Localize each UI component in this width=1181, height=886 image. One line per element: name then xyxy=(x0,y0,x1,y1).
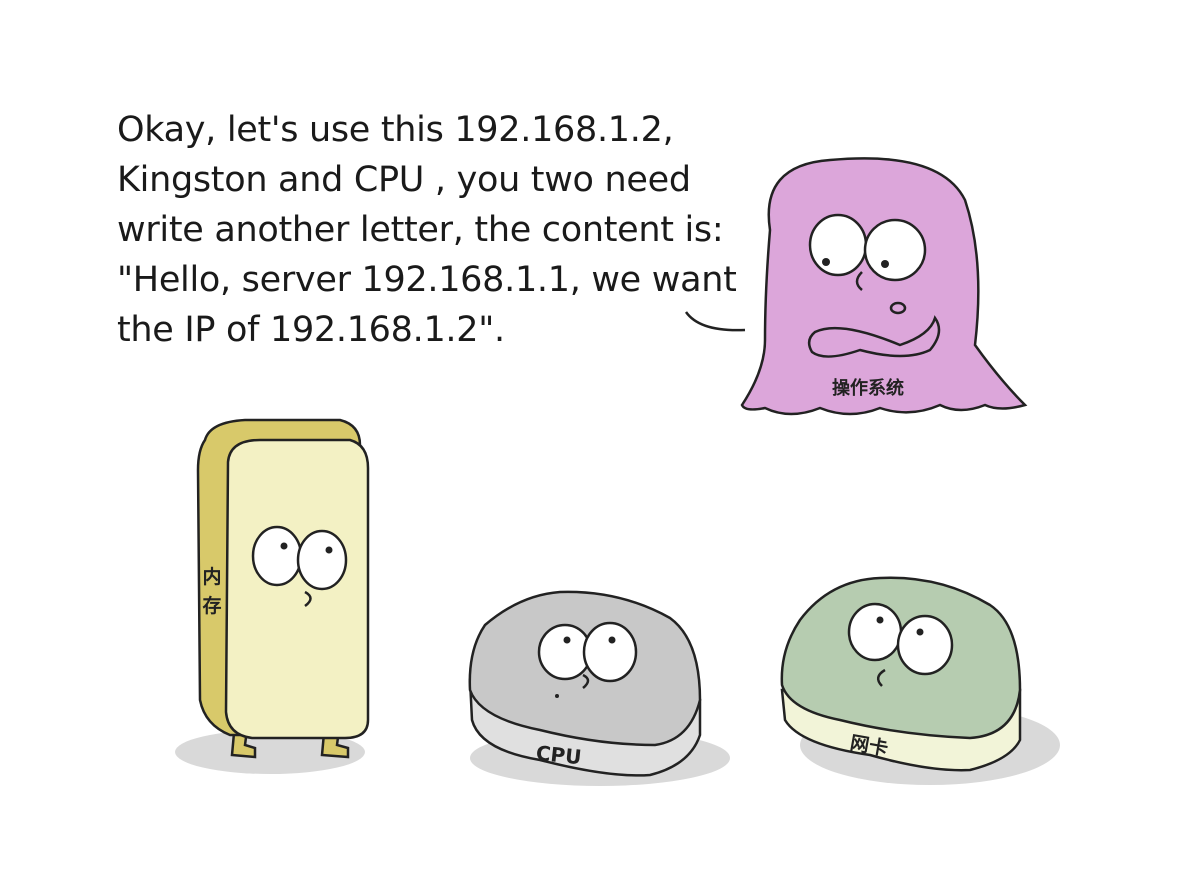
nic-right-eye xyxy=(896,614,954,676)
os-body xyxy=(740,157,1028,416)
os-character: 操作系统 xyxy=(740,157,1028,416)
os-left-eye xyxy=(808,213,868,277)
memory-character: 内 存 xyxy=(175,418,370,774)
nic-left-eye xyxy=(847,602,903,662)
nic-right-pupil xyxy=(916,628,924,636)
cpu-left-pupil xyxy=(563,636,571,644)
memory-front xyxy=(224,438,370,740)
speech-tail xyxy=(684,311,746,332)
os-right-pupil xyxy=(881,260,889,268)
os-left-pupil xyxy=(822,258,830,266)
os-right-eye xyxy=(863,218,927,282)
cpu-character: CPU xyxy=(468,590,730,786)
memory-label-top: 内 xyxy=(202,565,221,588)
cpu-dot xyxy=(555,694,559,698)
memory-right-pupil xyxy=(325,546,333,554)
cpu-right-pupil xyxy=(608,636,616,644)
nic-left-pupil xyxy=(876,616,884,624)
os-label: 操作系统 xyxy=(832,377,904,399)
cpu-label: CPU xyxy=(535,741,583,770)
memory-left-eye xyxy=(251,525,303,587)
memory-label-bottom: 存 xyxy=(202,594,221,617)
memory-right-eye xyxy=(296,529,348,591)
nic-character: 网卡 xyxy=(780,576,1060,785)
cpu-right-eye xyxy=(582,621,638,683)
memory-left-pupil xyxy=(280,542,288,550)
illustration-scene: 操作系统 内 存 CPU 网卡 xyxy=(175,157,1060,786)
